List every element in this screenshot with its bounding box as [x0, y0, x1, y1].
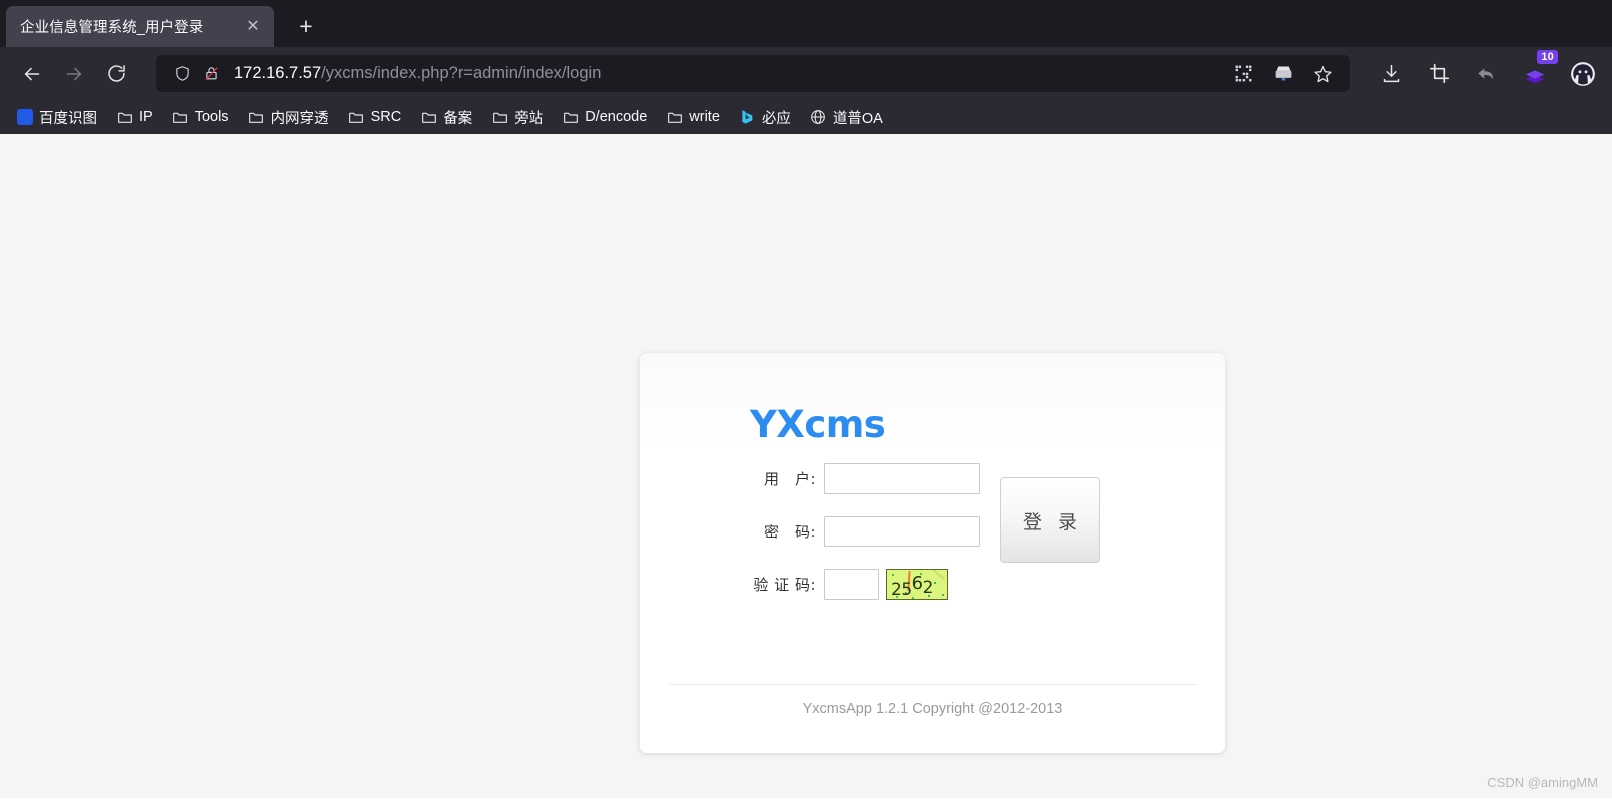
navigation-toolbar: 172.16.7.57/yxcms/index.php?r=admin/inde…	[0, 47, 1612, 100]
bookmark-label: 必应	[761, 110, 791, 127]
login-form: 用 户: 密 码: 验 证 码: 2562	[640, 463, 1225, 622]
folder-icon	[248, 109, 265, 126]
bookmark-label: 备案	[443, 110, 473, 127]
url-actions	[1228, 59, 1342, 89]
forward-button[interactable]	[54, 56, 94, 92]
toolbar-right: 10	[1360, 49, 1600, 91]
bookmark-folder-ip[interactable]: IP	[108, 105, 161, 130]
browser-chrome: 企业信息管理系统_用户登录 ✕ + 172.16.7.57/yxcms/inde…	[0, 0, 1612, 134]
close-icon[interactable]: ✕	[240, 14, 266, 40]
arrow-right-icon	[66, 67, 82, 80]
bookmark-folder-tools[interactable]: Tools	[164, 105, 237, 130]
page-title: YXcms	[750, 403, 886, 446]
account-avatar-icon[interactable]	[1566, 57, 1600, 91]
reload-icon	[107, 65, 125, 82]
password-label: 密 码:	[763, 523, 816, 541]
qr-code-icon[interactable]	[1228, 59, 1258, 89]
download-icon[interactable]	[1374, 57, 1408, 91]
username-row: 用 户:	[640, 463, 1225, 494]
bookmark-star-icon[interactable]	[1308, 59, 1338, 89]
url-host: 172.16.7.57	[234, 64, 322, 82]
folder-icon	[348, 109, 365, 126]
bookmark-label: 百度识图	[39, 110, 97, 127]
new-tab-button[interactable]: +	[288, 8, 324, 44]
tab-title: 企业信息管理系统_用户登录	[20, 20, 204, 36]
url-path: /yxcms/index.php?r=admin/index/login	[321, 64, 602, 82]
bookmark-label: D/encode	[585, 109, 648, 125]
extension-stack-icon[interactable]: 10	[1518, 49, 1558, 91]
reader-save-icon[interactable]	[1268, 59, 1298, 89]
captcha-row: 验 证 码: 2562	[640, 569, 1225, 600]
bookmark-folder-neiwang-chuantou[interactable]: 内网穿透	[240, 103, 337, 132]
folder-icon	[172, 109, 189, 126]
folder-icon	[491, 109, 508, 126]
password-input[interactable]	[824, 516, 980, 547]
url-text[interactable]: 172.16.7.57/yxcms/index.php?r=admin/inde…	[230, 64, 1219, 83]
copyright-footer: YxcmsApp 1.2.1 Copyright @2012-2013	[802, 701, 1063, 717]
undo-icon[interactable]	[1470, 57, 1504, 91]
login-card: YXcms 用 户: 密 码: 验 证 码: 2562 登 录 YxcmsApp…	[640, 353, 1225, 753]
bookmark-bing[interactable]: 必应	[731, 103, 799, 132]
tab-strip: 企业信息管理系统_用户登录 ✕ +	[0, 0, 1612, 47]
bookmark-folder-beian[interactable]: 备案	[412, 103, 480, 132]
folder-icon	[666, 109, 683, 126]
bookmark-label: 道普OA	[832, 110, 883, 127]
username-label: 用 户:	[763, 470, 816, 488]
folder-icon	[420, 109, 437, 126]
bookmark-daopu-oa[interactable]: 道普OA	[802, 103, 891, 132]
login-submit-button[interactable]: 登 录	[1000, 477, 1100, 563]
globe-icon	[810, 109, 827, 126]
bookmark-baidu-shitu[interactable]: 🐾 百度识图	[8, 103, 105, 132]
bookmark-label: IP	[139, 109, 153, 125]
bookmarks-bar: 🐾 百度识图 IP Tools 内网穿透 SRC 备案 旁站 D/encode …	[0, 100, 1612, 134]
bookmark-folder-write[interactable]: write	[658, 105, 728, 130]
bookmark-label: 旁站	[514, 110, 544, 127]
page-viewport: YXcms 用 户: 密 码: 验 证 码: 2562 登 录 YxcmsApp…	[0, 134, 1612, 798]
folder-icon	[562, 109, 579, 126]
watermark: CSDN @amingMM	[1487, 775, 1598, 790]
browser-tab-active[interactable]: 企业信息管理系统_用户登录 ✕	[6, 6, 274, 47]
bookmark-label: Tools	[194, 109, 229, 125]
bookmark-folder-src[interactable]: SRC	[340, 105, 410, 130]
bookmark-label: SRC	[370, 109, 402, 125]
lock-crossed-icon[interactable]	[201, 64, 221, 84]
reload-button[interactable]	[96, 56, 136, 92]
divider	[668, 684, 1197, 685]
bookmark-label: write	[689, 109, 720, 125]
shield-icon[interactable]	[172, 64, 192, 84]
bing-icon	[739, 109, 756, 126]
arrow-left-icon	[24, 67, 40, 80]
captcha-code: 2562	[891, 573, 933, 600]
baidu-icon: 🐾	[16, 109, 33, 126]
captcha-image[interactable]: 2562	[886, 569, 948, 600]
bookmark-folder-pangzhan[interactable]: 旁站	[483, 103, 551, 132]
bookmark-label: 内网穿透	[270, 110, 329, 127]
captcha-label: 验 证 码:	[753, 576, 816, 594]
back-button[interactable]	[12, 56, 52, 92]
folder-icon	[116, 109, 133, 126]
captcha-input[interactable]	[824, 569, 879, 600]
password-row: 密 码:	[640, 516, 1225, 547]
username-input[interactable]	[824, 463, 980, 494]
bookmark-folder-d-encode[interactable]: D/encode	[554, 105, 655, 130]
extension-badge-count: 10	[1537, 49, 1558, 65]
crop-icon[interactable]	[1422, 57, 1456, 91]
url-bar[interactable]: 172.16.7.57/yxcms/index.php?r=admin/inde…	[156, 55, 1350, 92]
